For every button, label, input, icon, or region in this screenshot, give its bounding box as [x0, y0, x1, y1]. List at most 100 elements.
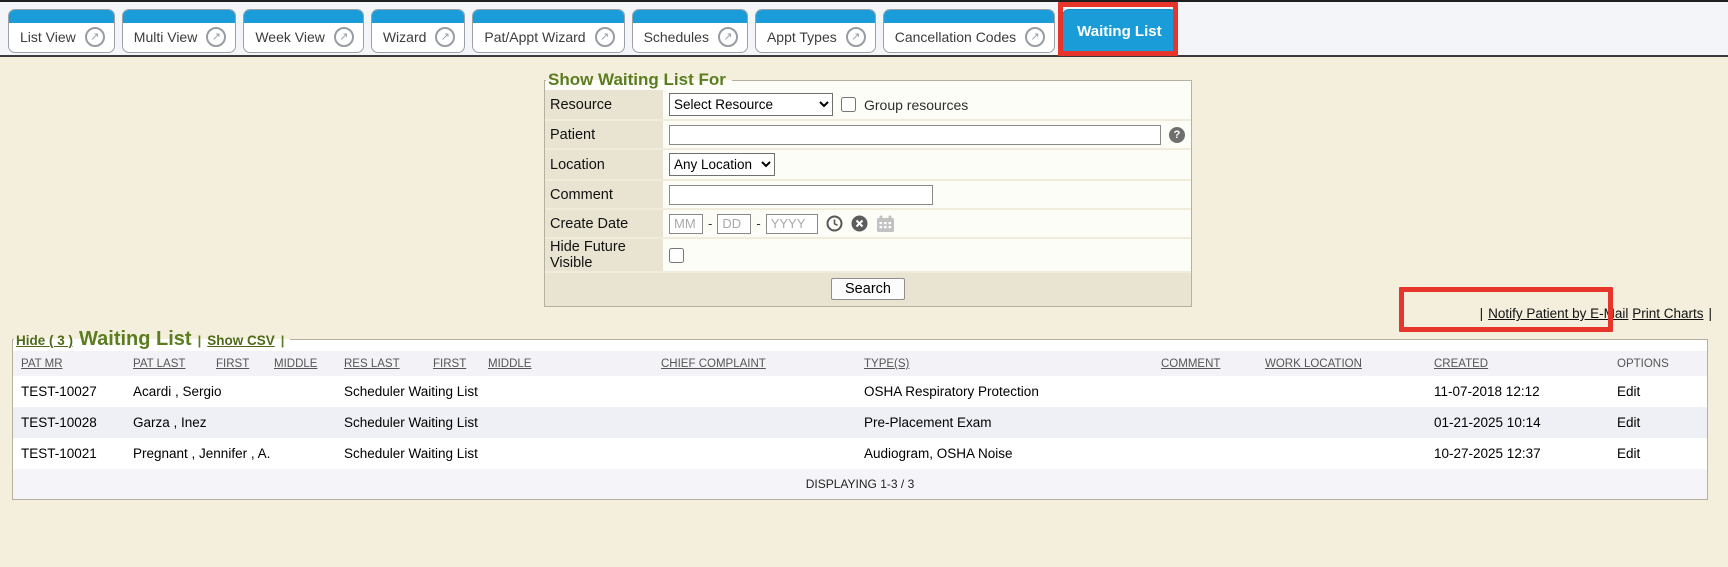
cell-pat-mr: TEST-10021	[13, 438, 125, 469]
col-header-res-middle[interactable]: MIDDLE	[480, 351, 653, 376]
tab-label: Multi View	[134, 29, 198, 45]
edit-link[interactable]: Edit	[1617, 415, 1640, 430]
tab-accent-cap	[884, 10, 1054, 23]
tab-accent-cap	[372, 10, 465, 23]
cell-chief-complaint	[653, 438, 856, 469]
tab-label: Appt Types	[767, 29, 837, 45]
separator: |	[281, 333, 285, 348]
hide-future-checkbox[interactable]	[669, 248, 684, 263]
tab-waiting-list-active[interactable]: Waiting List	[1062, 9, 1176, 54]
separator: |	[1708, 306, 1712, 321]
cell-patient-name: Garza , Inez	[125, 407, 336, 438]
tab-week-view[interactable]: Week View ↗	[243, 9, 364, 53]
clear-date-icon[interactable]	[851, 215, 868, 232]
col-header-chief-complaint[interactable]: CHIEF COMPLAINT	[653, 351, 856, 376]
col-header-res-last[interactable]: RES LAST	[336, 351, 425, 376]
show-csv-link[interactable]: Show CSV	[207, 333, 275, 348]
waiting-list-legend: Hide ( 3 ) Waiting List | Show CSV |	[14, 328, 290, 351]
date-year-input[interactable]	[766, 214, 818, 234]
search-button[interactable]: Search	[831, 278, 905, 300]
popout-arrow-icon[interactable]: ↗	[85, 27, 105, 47]
cell-work-location	[1257, 407, 1426, 438]
cell-resource: Scheduler Waiting List	[336, 407, 653, 438]
cell-created: 01-21-2025 10:14	[1426, 407, 1609, 438]
col-header-comment[interactable]: COMMENT	[1153, 351, 1257, 376]
popout-arrow-icon[interactable]: ↗	[595, 27, 615, 47]
table-row: TEST-10028 Garza , Inez Scheduler Waitin…	[13, 407, 1707, 438]
patient-label: Patient	[545, 121, 663, 148]
tab-list-view[interactable]: List View ↗	[8, 9, 115, 53]
location-select[interactable]: Any Location	[669, 153, 775, 176]
tab-accent-cap	[9, 10, 114, 23]
cell-comment	[1153, 438, 1257, 469]
col-header-created[interactable]: CREATED	[1426, 351, 1609, 376]
cell-created: 11-07-2018 12:12	[1426, 376, 1609, 407]
col-header-types[interactable]: TYPE(S)	[856, 351, 1153, 376]
group-resources-checkbox[interactable]	[841, 97, 856, 112]
form-legend: Show Waiting List For	[546, 70, 732, 90]
tab-wizard[interactable]: Wizard ↗	[371, 9, 466, 53]
tab-schedules[interactable]: Schedules ↗	[632, 9, 748, 53]
comment-label: Comment	[545, 181, 663, 208]
waiting-list-section: Hide ( 3 ) Waiting List | Show CSV | PAT…	[12, 328, 1708, 500]
search-row: Search	[545, 273, 1191, 306]
tab-pat-appt-wizard[interactable]: Pat/Appt Wizard ↗	[472, 9, 624, 53]
footer-row: DISPLAYING 1-3 / 3	[13, 469, 1707, 499]
popout-arrow-icon[interactable]: ↗	[435, 27, 455, 47]
tab-accent-cap	[756, 10, 875, 23]
waiting-list-table: PAT MR PAT LAST FIRST MIDDLE RES LAST FI…	[13, 351, 1707, 499]
tab-label: Pat/Appt Wizard	[484, 29, 585, 45]
resource-label: Resource	[545, 90, 663, 119]
clock-icon[interactable]	[826, 215, 843, 232]
popout-arrow-icon[interactable]: ↗	[1025, 27, 1045, 47]
col-header-first[interactable]: FIRST	[208, 351, 266, 376]
date-separator: -	[756, 216, 760, 231]
hide-count-link[interactable]: Hide ( 3 )	[16, 333, 73, 348]
date-month-input[interactable]	[669, 214, 703, 234]
col-header-work-location[interactable]: WORK LOCATION	[1257, 351, 1426, 376]
table-row: TEST-10027 Acardi , Sergio Scheduler Wai…	[13, 376, 1707, 407]
popout-arrow-icon[interactable]: ↗	[206, 27, 226, 47]
tab-multi-view[interactable]: Multi View ↗	[122, 9, 237, 53]
resource-select[interactable]: Select Resource	[669, 93, 833, 116]
hide-future-label: Hide Future Visible	[545, 239, 663, 271]
print-charts-link[interactable]: Print Charts	[1632, 306, 1703, 321]
popout-arrow-icon[interactable]: ↗	[718, 27, 738, 47]
date-day-input[interactable]	[717, 214, 751, 234]
cell-resource: Scheduler Waiting List	[336, 376, 653, 407]
col-header-pat-last[interactable]: PAT LAST	[125, 351, 208, 376]
tab-accent-cap	[473, 10, 623, 23]
col-header-middle[interactable]: MIDDLE	[266, 351, 336, 376]
tab-label: Cancellation Codes	[895, 29, 1016, 45]
comment-input[interactable]	[669, 185, 933, 205]
calendar-icon[interactable]	[876, 215, 895, 233]
table-action-links: |Notify Patient by E-Mail Print Charts|	[1475, 306, 1717, 321]
popout-arrow-icon[interactable]: ↗	[846, 27, 866, 47]
cell-chief-complaint	[653, 407, 856, 438]
tab-cancellation-codes[interactable]: Cancellation Codes ↗	[883, 9, 1055, 53]
tab-accent-cap	[123, 10, 236, 23]
resource-row: Resource Select Resource Group resources	[545, 90, 1191, 121]
help-icon[interactable]: ?	[1169, 127, 1185, 143]
cell-chief-complaint	[653, 376, 856, 407]
edit-link[interactable]: Edit	[1617, 384, 1640, 399]
cell-patient-name: Pregnant , Jennifer , A.	[125, 438, 336, 469]
cell-types: Audiogram, OSHA Noise	[856, 438, 1153, 469]
tab-label: Wizard	[383, 29, 427, 45]
tab-accent-cap	[633, 10, 747, 23]
popout-arrow-icon[interactable]: ↗	[334, 27, 354, 47]
edit-link[interactable]: Edit	[1617, 446, 1640, 461]
notify-patient-email-link[interactable]: Notify Patient by E-Mail	[1488, 306, 1628, 321]
create-date-row: Create Date - -	[545, 210, 1191, 239]
cell-types: Pre-Placement Exam	[856, 407, 1153, 438]
cell-resource: Scheduler Waiting List	[336, 438, 653, 469]
show-waiting-list-form: Show Waiting List For Resource Select Re…	[544, 70, 1192, 307]
col-header-res-first[interactable]: FIRST	[425, 351, 480, 376]
waiting-list-title: Waiting List	[79, 328, 192, 351]
cell-types: OSHA Respiratory Protection	[856, 376, 1153, 407]
patient-input[interactable]	[669, 125, 1161, 145]
group-resources-label: Group resources	[864, 97, 968, 113]
location-label: Location	[545, 150, 663, 179]
tab-appt-types[interactable]: Appt Types ↗	[755, 9, 876, 53]
col-header-pat-mr[interactable]: PAT MR	[13, 351, 125, 376]
